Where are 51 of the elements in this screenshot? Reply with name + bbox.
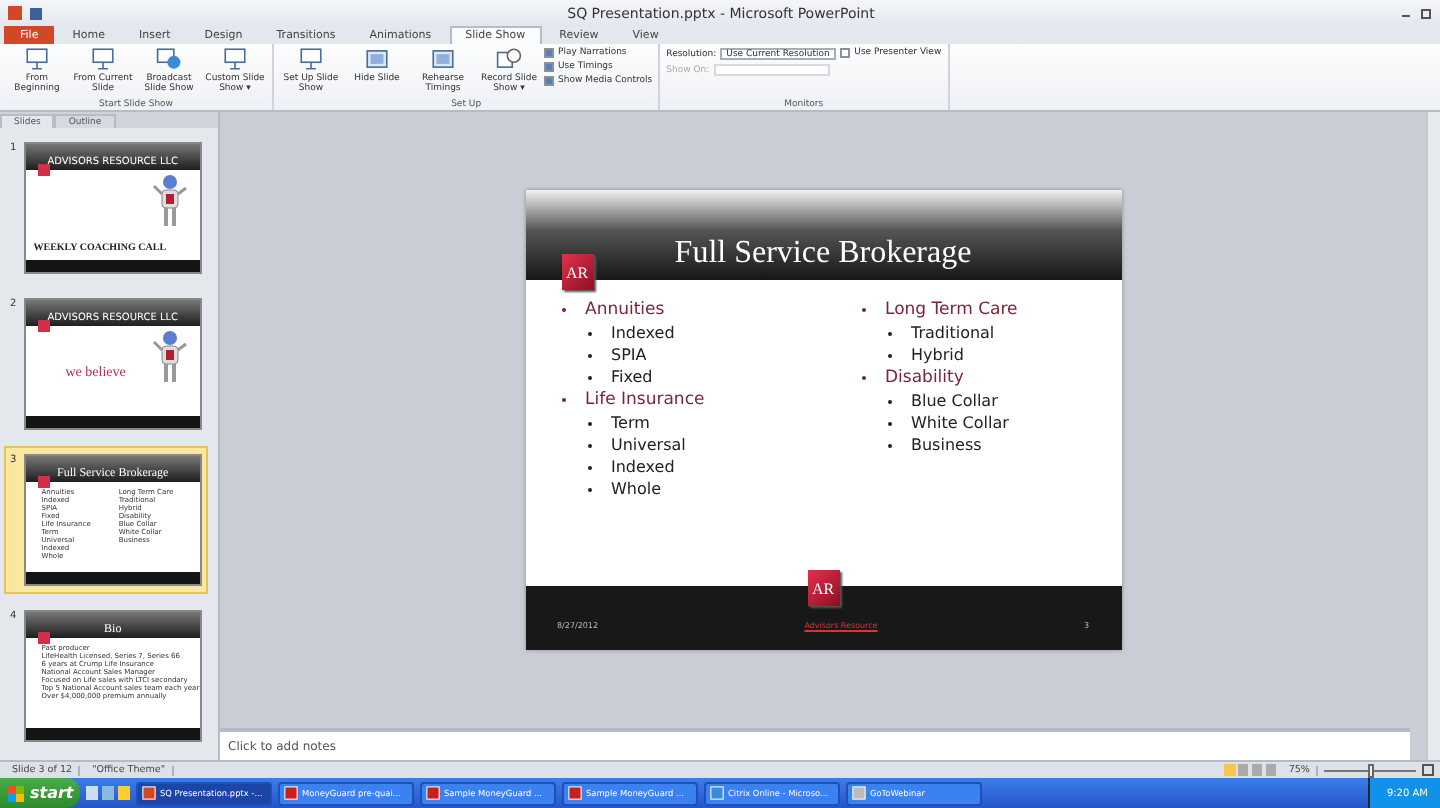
logo-icon [37,320,50,332]
fit-icon[interactable] [1422,764,1434,776]
sub-bullet-item: Fixed [561,368,801,386]
sub-bullet-item: Traditional [861,324,1101,342]
logo-icon [37,476,50,488]
sub-bullet-item: SPIA [561,346,801,364]
bullet-item: Long Term Care [861,300,1101,320]
zoom-thumb[interactable] [1368,763,1374,777]
start-button[interactable]: start [0,778,80,808]
screen-globe-icon [156,46,182,72]
slide-logo: AR [561,254,593,290]
projector-screen-icon [222,46,248,72]
checkbox[interactable] [544,62,554,72]
app-icon [8,6,22,20]
dropdown-field[interactable] [713,64,830,76]
sub-bullet-item: Universal [561,436,801,454]
slide-title: Full Service Brokerage [674,236,972,272]
projector-screen-icon [24,46,50,72]
sub-bullet-item: Indexed [561,324,801,342]
slide-icon [364,46,390,72]
sub-bullet-item: Blue Collar [861,392,1101,410]
document-icon [426,786,440,800]
sub-bullet-item: Indexed [561,458,801,476]
document-icon [142,786,156,800]
robot-figure-drawing [152,174,188,230]
slide-logo: AR [807,570,839,606]
sub-bullet-item: Whole [561,480,801,498]
projector-screen-icon [298,46,324,72]
logo-icon [37,164,50,176]
projector-screen-icon [90,46,116,72]
sub-bullet-item: Hybrid [861,346,1101,364]
bullet-item: Life Insurance [561,390,801,410]
restore-icon[interactable] [1420,7,1432,19]
slide-clock-icon [496,46,522,72]
quick-launch-icon[interactable] [86,786,130,800]
document-icon [284,786,298,800]
sub-bullet-item: Term [561,414,801,432]
windows-logo-icon [8,785,24,801]
robot-figure-drawing [152,330,188,386]
checkbox[interactable] [840,48,851,58]
slide-icon [430,46,456,72]
bullet-item: Annuities [561,300,801,320]
logo-icon [37,632,50,644]
document-icon [568,786,582,800]
bullet-item: Disability [861,368,1101,388]
save-icon[interactable] [30,7,42,19]
sub-bullet-item: White Collar [861,414,1101,432]
scroll-bar[interactable] [1426,112,1440,760]
checkbox[interactable] [544,48,554,58]
checkbox[interactable] [544,76,554,86]
sub-bullet-item: Business [861,436,1101,454]
